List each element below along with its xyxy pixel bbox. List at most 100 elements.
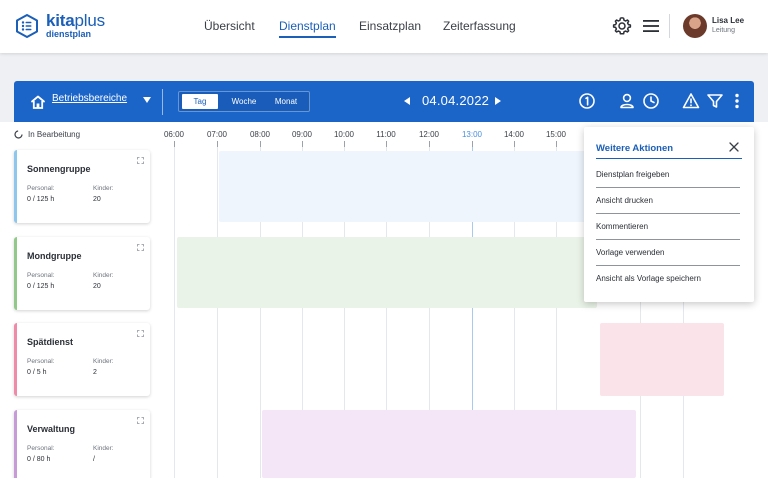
hour-label: 12:00 bbox=[418, 130, 440, 139]
chevron-down-icon[interactable] bbox=[143, 97, 151, 103]
current-date[interactable]: 04.04.2022 bbox=[422, 93, 489, 108]
menu-divider bbox=[596, 213, 740, 214]
view-monat-button[interactable]: Monat bbox=[267, 94, 305, 109]
toolbar-divider bbox=[162, 89, 163, 115]
hour-tick bbox=[302, 141, 303, 147]
user-outline-icon[interactable] bbox=[618, 92, 636, 110]
menu-title-underline bbox=[596, 158, 742, 159]
hour-tick bbox=[556, 141, 557, 147]
kitaplus-logo-icon bbox=[16, 13, 38, 38]
personal-label: Personal: bbox=[27, 272, 55, 279]
view-woche-button[interactable]: Woche bbox=[225, 94, 263, 109]
kinder-label: Kinder: bbox=[93, 272, 114, 279]
menu-divider bbox=[596, 187, 740, 188]
info-circle-icon[interactable] bbox=[578, 92, 596, 110]
expand-icon[interactable] bbox=[137, 157, 144, 164]
hour-tick bbox=[174, 141, 175, 147]
hour-label: 06:00 bbox=[163, 130, 185, 139]
personal-label: Personal: bbox=[27, 358, 55, 365]
warning-icon[interactable] bbox=[682, 92, 700, 110]
shift-bar-mondgruppe[interactable] bbox=[177, 237, 597, 308]
kinder-label: Kinder: bbox=[93, 358, 114, 365]
view-tag-button[interactable]: Tag bbox=[182, 94, 218, 109]
group-card-verwaltung[interactable]: Verwaltung Personal: Kinder: 0 / 80 h / bbox=[14, 410, 150, 478]
kinder-value: / bbox=[93, 456, 95, 463]
group-card-mondgruppe[interactable]: Mondgruppe Personal: Kinder: 0 / 125 h 2… bbox=[14, 237, 150, 310]
menu-item-vorlage-verwenden[interactable]: Vorlage verwenden bbox=[596, 248, 740, 257]
kinder-value: 2 bbox=[93, 369, 97, 376]
hour-tick bbox=[429, 141, 430, 147]
logo-subtitle: dienstplan bbox=[46, 29, 92, 39]
date-next-icon[interactable] bbox=[495, 97, 501, 105]
hour-label-current: 13:00 bbox=[461, 130, 483, 139]
area-select[interactable]: Betriebsbereiche bbox=[52, 93, 127, 104]
personal-value: 0 / 125 h bbox=[27, 196, 55, 203]
plan-status: In Bearbeitung bbox=[14, 130, 80, 139]
menu-item-dienstplan-freigeben[interactable]: Dienstplan freigeben bbox=[596, 170, 740, 179]
hour-label: 10:00 bbox=[333, 130, 355, 139]
hour-gridline bbox=[174, 142, 175, 478]
personal-value: 0 / 125 h bbox=[27, 283, 55, 290]
nav-zeiterfassung[interactable]: Zeiterfassung bbox=[443, 19, 516, 33]
personal-label: Personal: bbox=[27, 445, 55, 452]
hour-label: 07:00 bbox=[206, 130, 228, 139]
hour-label: 14:00 bbox=[503, 130, 525, 139]
group-card-spaetdienst[interactable]: Spätdienst Personal: Kinder: 0 / 5 h 2 bbox=[14, 323, 150, 396]
kinder-label: Kinder: bbox=[93, 445, 114, 452]
hour-tick bbox=[514, 141, 515, 147]
user-name[interactable]: Lisa Lee bbox=[712, 16, 744, 25]
kinder-value: 20 bbox=[93, 283, 101, 290]
hour-tick bbox=[344, 141, 345, 147]
hour-tick bbox=[260, 141, 261, 147]
view-switch: Tag Woche Monat bbox=[178, 91, 310, 112]
menu-title: Weitere Aktionen bbox=[596, 143, 674, 154]
shift-bar-sonnengruppe[interactable] bbox=[219, 151, 599, 222]
date-prev-icon[interactable] bbox=[404, 97, 410, 105]
personal-value: 0 / 80 h bbox=[27, 456, 51, 463]
nav-dienstplan[interactable]: Dienstplan bbox=[279, 19, 336, 38]
expand-icon[interactable] bbox=[137, 417, 144, 424]
app-header: kitaplus dienstplan Übersicht Dienstplan… bbox=[0, 0, 768, 53]
nav-einsatzplan[interactable]: Einsatzplan bbox=[359, 19, 421, 33]
group-name: Verwaltung bbox=[27, 424, 76, 434]
hour-tick bbox=[386, 141, 387, 147]
plan-toolbar: Betriebsbereiche Tag Woche Monat 04.04.2… bbox=[14, 81, 754, 122]
group-card-sonnengruppe[interactable]: Sonnengruppe Personal: Kinder: 0 / 125 h… bbox=[14, 150, 150, 223]
menu-divider bbox=[596, 239, 740, 240]
menu-divider bbox=[596, 265, 740, 266]
home-icon[interactable] bbox=[30, 94, 46, 110]
hour-tick bbox=[472, 141, 473, 147]
gear-icon[interactable] bbox=[612, 16, 632, 36]
hour-label: 15:00 bbox=[545, 130, 567, 139]
hour-label: 11:00 bbox=[376, 130, 396, 139]
shift-bar-spaetdienst[interactable] bbox=[600, 323, 724, 396]
personal-value: 0 / 5 h bbox=[27, 369, 47, 376]
hamburger-menu-icon[interactable] bbox=[641, 16, 661, 36]
shift-bar-verwaltung[interactable] bbox=[262, 410, 636, 478]
expand-icon[interactable] bbox=[137, 244, 144, 251]
app-logo[interactable]: kitaplus dienstplan bbox=[14, 12, 105, 39]
avatar[interactable] bbox=[683, 14, 707, 38]
kinder-label: Kinder: bbox=[93, 185, 114, 192]
hour-label: 09:00 bbox=[291, 130, 313, 139]
logo-wordmark: kitaplus bbox=[46, 11, 105, 30]
menu-item-ansicht-als-vorlage-speichern[interactable]: Ansicht als Vorlage speichern bbox=[596, 274, 740, 283]
nav-uebersicht[interactable]: Übersicht bbox=[204, 19, 255, 33]
header-divider bbox=[669, 14, 670, 38]
group-name: Sonnengruppe bbox=[27, 164, 91, 174]
user-role: Leitung bbox=[712, 27, 735, 34]
clock-icon[interactable] bbox=[642, 92, 660, 110]
status-label: In Bearbeitung bbox=[28, 130, 81, 139]
hour-label: 08:00 bbox=[249, 130, 271, 139]
filter-icon[interactable] bbox=[706, 92, 724, 110]
kinder-value: 20 bbox=[93, 196, 101, 203]
more-vertical-icon[interactable] bbox=[728, 92, 746, 110]
menu-item-kommentieren[interactable]: Kommentieren bbox=[596, 222, 740, 231]
close-icon[interactable] bbox=[729, 142, 739, 152]
personal-label: Personal: bbox=[27, 185, 55, 192]
menu-item-ansicht-drucken[interactable]: Ansicht drucken bbox=[596, 196, 740, 205]
progress-circle-icon bbox=[14, 130, 23, 139]
more-actions-menu: Weitere Aktionen Dienstplan freigeben An… bbox=[584, 127, 754, 302]
group-name: Mondgruppe bbox=[27, 251, 82, 261]
expand-icon[interactable] bbox=[137, 330, 144, 337]
